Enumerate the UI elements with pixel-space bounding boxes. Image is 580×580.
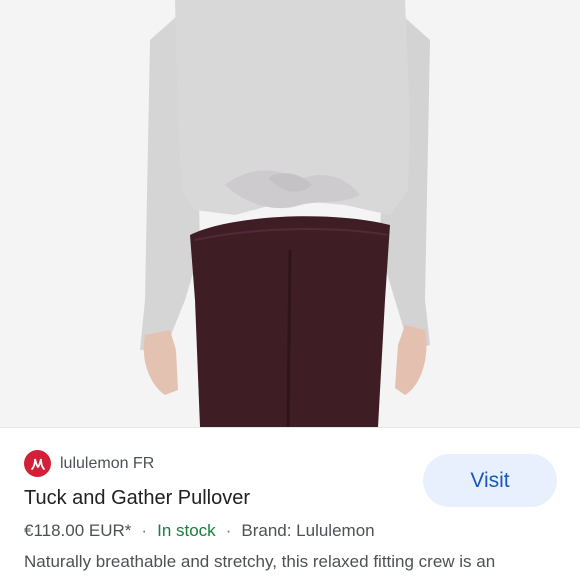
lululemon-logo-icon [24,450,51,477]
product-title[interactable]: Tuck and Gather Pullover [24,487,250,510]
product-meta: €118.00 EUR* · In stock · Brand: Lululem… [24,521,375,541]
stock-status: In stock [157,521,216,540]
product-image[interactable] [0,0,580,427]
brand: Brand: Lululemon [241,521,375,540]
separator: · [225,521,232,540]
product-description: Naturally breathable and stretchy, this … [24,552,496,571]
separator: · [141,521,148,540]
source-name: lululemon FR [60,454,155,472]
visit-button[interactable]: Visit [423,454,557,507]
price: €118.00 EUR* [24,521,132,540]
source-row[interactable]: lululemon FR [24,450,154,477]
shopping-result-card[interactable]: lululemon FR Visit Tuck and Gather Pullo… [0,427,580,580]
